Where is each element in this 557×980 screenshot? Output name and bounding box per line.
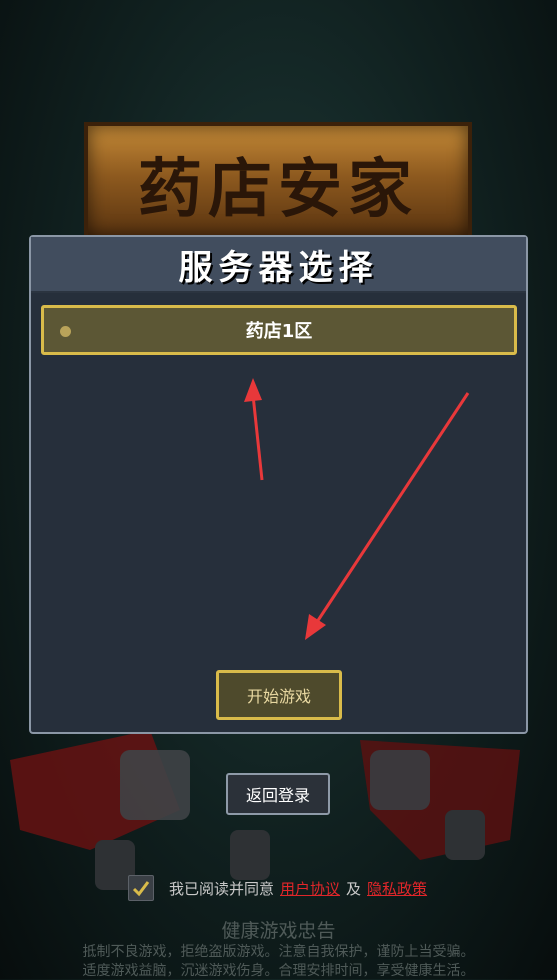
game-title: 药店安家 (138, 152, 418, 227)
back-to-login-button[interactable]: 返回登录 (226, 773, 330, 815)
user-agreement-link[interactable]: 用户协议 (280, 878, 340, 899)
server-select-dialog: 服务器选择 药店1区 开始游戏 (29, 235, 528, 734)
server-name: 药店1区 (245, 321, 313, 342)
dialog-title: 服务器选择 (178, 247, 379, 288)
server-status-dot-icon (60, 326, 71, 337)
server-item[interactable]: 药店1区 (41, 305, 517, 355)
dialog-header: 服务器选择 (31, 237, 526, 293)
agreement-prefix: 我已阅读并同意 (169, 879, 275, 898)
agree-checkbox[interactable] (128, 875, 154, 901)
health-advice-line-1: 抵制不良游戏，拒绝盗版游戏。注意自我保护，谨防上当受骗。 (82, 944, 475, 960)
health-advice-title: 健康游戏忠告 (221, 920, 336, 942)
game-title-sign: 药店安家 (84, 122, 472, 240)
privacy-policy-link[interactable]: 隐私政策 (367, 878, 427, 899)
health-advice-line-2: 适度游戏益脑，沉迷游戏伤身。合理安排时间，享受健康生活。 (82, 963, 475, 979)
checkmark-icon (132, 881, 150, 897)
agreement-and: 及 (346, 879, 362, 898)
agreement-row: 我已阅读并同意 用户协议 及 隐私政策 (128, 874, 433, 902)
start-game-button[interactable]: 开始游戏 (216, 670, 342, 720)
